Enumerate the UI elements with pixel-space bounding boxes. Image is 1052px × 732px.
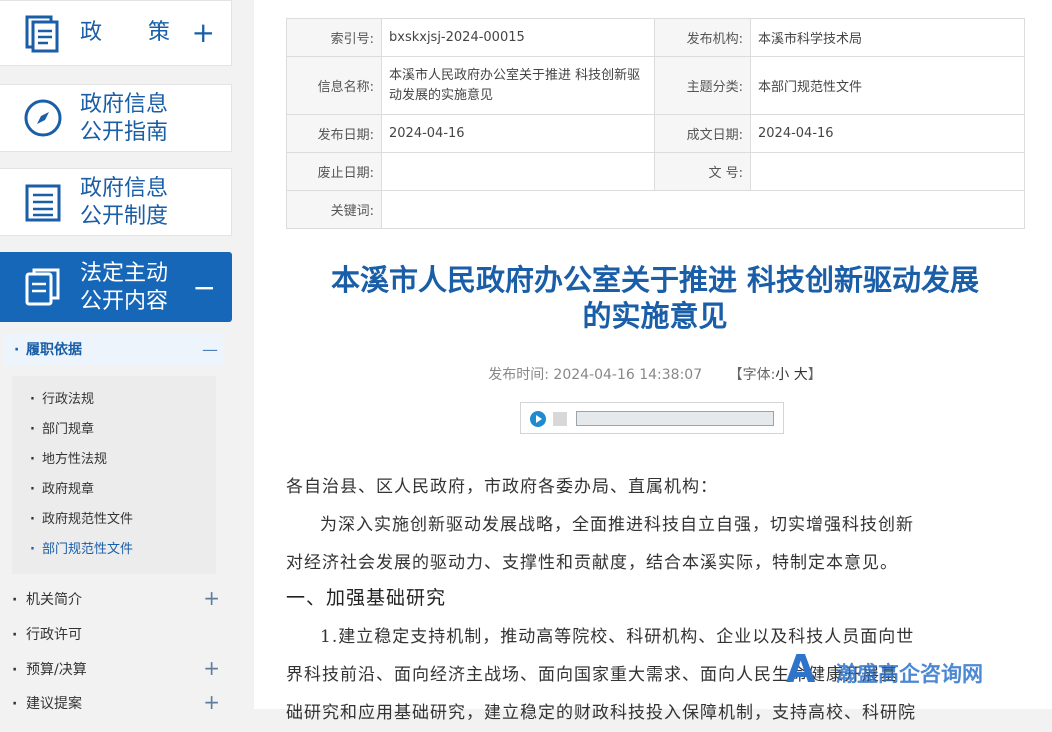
meta-made-value: 2024-04-16 <box>750 114 1025 153</box>
pub-time-label: 发布时间: <box>488 367 549 383</box>
list-icon <box>22 182 64 228</box>
audio-player <box>520 402 784 434</box>
meta-key: 发布机构: <box>654 18 751 57</box>
pub-time: 2024-04-16 14:38:07 <box>553 367 703 383</box>
meta-key: 信息名称: <box>286 56 382 115</box>
meta-index-value: bxskxjsj-2024-00015 <box>381 18 655 57</box>
article-title-line2: 的实施意见 <box>582 299 728 333</box>
paragraph: 对经济社会发展的驱动力、支撑性和贡献度，结合本溪实际，特制定本意见。 <box>286 553 898 573</box>
meta-key: 成文日期: <box>654 114 751 153</box>
meta-key: 废止日期: <box>286 152 382 191</box>
stop-icon[interactable] <box>553 412 567 426</box>
meta-topic-value: 本部门规范性文件 <box>750 56 1025 115</box>
meta-name-value: 本溪市人民政府办公室关于推进 科技创新驱动发展的实施意见 <box>381 56 655 115</box>
article-title: 本溪市人民政府办公室关于推进 科技创新驱动发展 的实施意见 <box>286 262 1024 334</box>
progress-bar[interactable] <box>576 411 774 426</box>
subsection-label: 履职依据 <box>26 342 82 358</box>
copy-icon <box>22 266 64 312</box>
sub-item-gov-rules[interactable]: 政府规章 <box>30 480 94 500</box>
section-heading: 一、加强基础研究 <box>286 587 447 609</box>
sub-item-dept-rules[interactable]: 部门规章 <box>30 420 94 440</box>
publish-info: 发布时间: 2024-04-16 14:38:07 【字体:小 大】 <box>286 364 1024 384</box>
meta-key: 文 号: <box>654 152 751 191</box>
expand-icon[interactable]: + <box>203 588 220 608</box>
policy-label-2: 策 <box>148 20 171 45</box>
disclosure-guide-card[interactable]: 政府信息 公开指南 <box>0 84 232 152</box>
menu-label: 机关简介 <box>26 592 82 608</box>
statutory-label-1: 法定主动 <box>80 261 169 286</box>
font-big-button[interactable]: 大 <box>794 367 808 383</box>
paragraph: 础研究和应用基础研究，建立稳定的财政科技投入保障机制，支持高校、科研院 <box>286 703 916 723</box>
sub-item-gov-normative-docs[interactable]: 政府规范性文件 <box>30 510 133 530</box>
meta-key: 主题分类: <box>654 56 751 115</box>
guide-label-1: 政府信息 <box>80 92 169 117</box>
expand-icon[interactable]: + <box>203 658 220 678</box>
compass-icon <box>22 97 64 143</box>
menu-label: 建议提案 <box>26 696 82 712</box>
meta-docno-value <box>750 152 1025 191</box>
watermark-text: 瀚盛高企咨询网 <box>836 661 983 686</box>
collapse-subsection-icon[interactable]: — <box>202 334 218 366</box>
menu-label: 行政许可 <box>26 627 82 643</box>
sub-item-local-regulations[interactable]: 地方性法规 <box>30 450 107 470</box>
paragraph: 各自治县、区人民政府，市政府各委办局、直属机构： <box>286 477 718 497</box>
statutory-label-2: 公开内容 <box>80 289 169 314</box>
guide-label-2: 公开指南 <box>80 120 169 145</box>
system-label-1: 政府信息 <box>80 176 169 201</box>
disclosure-system-card[interactable]: 政府信息 公开制度 <box>0 168 232 236</box>
meta-abolish-value <box>381 152 655 191</box>
watermark-logo: A <box>786 647 816 691</box>
meta-key: 索引号: <box>286 18 382 57</box>
meta-key: 发布日期: <box>286 114 382 153</box>
sub-item-admin-regulations[interactable]: 行政法规 <box>30 390 94 410</box>
policy-card[interactable]: 政 策 + <box>0 0 232 66</box>
paragraph: 为深入实施创新驱动发展战略，全面推进科技自立自强，切实增强科技创新 <box>320 515 914 535</box>
sub-item-dept-normative-docs[interactable]: 部门规范性文件 <box>30 540 133 560</box>
main-content: 索引号: bxskxjsj-2024-00015 发布机构: 本溪市科学技术局 … <box>254 0 1052 723</box>
watermark: A 瀚盛高企咨询网 <box>786 642 1026 696</box>
subsection-duty-basis[interactable]: · 履职依据 — <box>4 334 224 366</box>
meta-pub-value: 2024-04-16 <box>381 114 655 153</box>
policy-label-1: 政 <box>80 20 103 45</box>
meta-table: 索引号: bxskxjsj-2024-00015 发布机构: 本溪市科学技术局 … <box>286 18 1025 229</box>
font-size-control: 【字体:小 大】 <box>728 367 822 383</box>
document-icon <box>22 13 62 57</box>
subsection-list: 行政法规 部门规章 地方性法规 政府规章 政府规范性文件 部门规范性文件 <box>12 376 216 574</box>
collapse-icon[interactable]: − <box>193 274 216 302</box>
meta-keyword-value <box>381 190 1025 229</box>
article-title-line1: 本溪市人民政府办公室关于推进 科技创新驱动发展 <box>330 263 980 297</box>
meta-key: 关键词: <box>286 190 382 229</box>
system-label-2: 公开制度 <box>80 204 169 229</box>
sidebar: 政 策 + 政府信息 公开指南 政府信息 公开制度 法定主动 公开内容 − · … <box>0 0 236 712</box>
meta-org-value: 本溪市科学技术局 <box>750 18 1025 57</box>
menu-label: 预算/决算 <box>26 662 87 678</box>
expand-icon[interactable]: + <box>203 692 220 712</box>
play-icon[interactable] <box>530 411 546 427</box>
font-small-button[interactable]: 小 <box>775 367 789 383</box>
statutory-content-card[interactable]: 法定主动 公开内容 − <box>0 252 232 322</box>
expand-icon[interactable]: + <box>192 19 215 47</box>
